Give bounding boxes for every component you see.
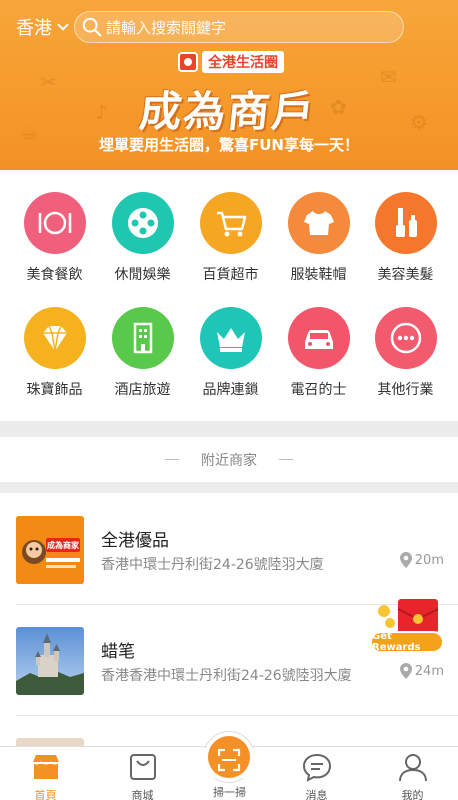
divider	[279, 459, 293, 460]
brand-logo: 全港生活圈	[178, 51, 284, 73]
shopping-cart-icon	[199, 192, 262, 254]
tab-label: 商城	[131, 789, 154, 800]
city-selector[interactable]: 香港	[16, 14, 69, 40]
tab-label: 掃一掃	[213, 786, 246, 799]
shopping-bag-icon	[129, 754, 156, 780]
decor-icon: ⚙	[410, 110, 428, 134]
merchant-address: 香港中環士丹利街24-26號陸羽大廈	[101, 557, 324, 573]
film-reel-icon	[111, 192, 174, 254]
section-title: 附近商家	[201, 452, 257, 469]
category-others[interactable]: 其他行業	[360, 307, 451, 399]
decor-icon: ✿	[330, 95, 347, 119]
more-dots-icon	[374, 307, 437, 369]
taxi-car-icon	[287, 307, 350, 369]
tshirt-icon	[287, 192, 350, 254]
hotel-building-icon	[111, 307, 174, 369]
distance-value: 24m	[414, 663, 444, 679]
category-label: 品牌連鎖	[202, 382, 259, 398]
merchant-name: 全港優品	[101, 531, 169, 551]
category-dining[interactable]: 美食餐飲	[9, 192, 100, 284]
storefront-icon	[32, 755, 59, 779]
decor-icon: ✉	[380, 65, 397, 89]
chevron-down-icon	[57, 18, 69, 31]
category-supermarket[interactable]: 百貨超市	[185, 192, 276, 284]
location-pin-icon	[399, 552, 412, 568]
tab-label: 消息	[305, 789, 328, 800]
decor-icon: ♪	[95, 100, 108, 124]
banner-slogan: 埋單要用生活圈，驚喜FUN享每一天！	[99, 136, 359, 154]
dining-icon	[23, 192, 86, 254]
category-label: 百貨超市	[202, 267, 259, 283]
location-pin-icon	[399, 663, 412, 679]
category-brand-chain[interactable]: 品牌連鎖	[185, 307, 276, 399]
merchant-distance: 20m	[399, 552, 444, 568]
category-label: 酒店旅遊	[114, 382, 171, 398]
merchant-name: 蜡笔	[101, 642, 135, 662]
category-label: 美容美髮	[377, 267, 434, 283]
thumbnail-text: 成為商家	[47, 541, 79, 550]
cosmetics-icon	[374, 192, 437, 254]
merchant-distance: 24m	[399, 663, 444, 679]
tab-label: 首頁	[34, 789, 57, 800]
tab-mall[interactable]: 商城	[97, 747, 188, 800]
brand-mark-icon	[178, 52, 198, 72]
get-rewards-button[interactable]: Get Rewards	[370, 597, 446, 657]
category-label: 其他行業	[377, 382, 434, 398]
banner-headline: 成為商戶	[137, 87, 319, 136]
category-hotel[interactable]: 酒店旅遊	[97, 307, 188, 399]
search-placeholder: 請輸入搜索關鍵字	[106, 18, 227, 37]
list-item[interactable]: 成為商家 全港優品 香港中環士丹利街24-26號陸羽大廈 20m	[0, 493, 458, 605]
diamond-icon	[23, 307, 86, 369]
merchant-thumbnail: 成為商家	[16, 516, 84, 584]
decor-icon: ✂	[40, 70, 57, 94]
merchant-address: 香港香港中環士丹利街24-26號陸羽大廈	[101, 668, 352, 684]
category-label: 休閒娛樂	[114, 267, 171, 283]
message-bubble-icon	[302, 753, 331, 782]
tab-label: 我的	[401, 789, 424, 800]
category-label: 電召的士	[290, 382, 347, 398]
category-grid: 美食餐飲 休閒娛樂 百貨超市 服裝鞋帽 美容美髮 珠寶飾品 酒店旅遊 品牌連鎖 …	[0, 170, 458, 421]
tab-messages[interactable]: 消息	[271, 747, 362, 800]
rewards-label: Get Rewards	[370, 631, 444, 653]
top-bar: 香港 請輸入搜索關鍵字	[0, 0, 458, 54]
search-icon	[82, 17, 102, 37]
crown-icon	[199, 307, 262, 369]
category-label: 服裝鞋帽	[290, 267, 347, 283]
nearby-section-header: 附近商家	[0, 437, 458, 482]
category-entertainment[interactable]: 休閒娛樂	[97, 192, 188, 284]
category-label: 美食餐飲	[26, 267, 83, 283]
category-clothing[interactable]: 服裝鞋帽	[273, 192, 364, 284]
search-input[interactable]: 請輸入搜索關鍵字	[74, 11, 404, 43]
brand-name: 全港生活圈	[202, 51, 284, 73]
distance-value: 20m	[414, 552, 444, 568]
tab-profile[interactable]: 我的	[367, 747, 458, 800]
merchant-thumbnail	[16, 627, 84, 695]
promo-banner[interactable]: ✂ ♪ ☕ ✉ ⚙ ✿ 香港 請輸入搜索關鍵字 全港生活圈 成為商戶 埋單要用生…	[0, 0, 458, 170]
category-jewelry[interactable]: 珠寶飾品	[9, 307, 100, 399]
category-label: 珠寶飾品	[26, 382, 83, 398]
scan-icon	[208, 736, 250, 778]
app-screen: ✂ ♪ ☕ ✉ ⚙ ✿ 香港 請輸入搜索關鍵字 全港生活圈 成為商戶 埋單要用生…	[0, 0, 458, 800]
category-beauty[interactable]: 美容美髮	[360, 192, 451, 284]
tab-scan[interactable]: 掃一掃	[184, 736, 275, 800]
user-icon	[398, 754, 427, 782]
divider	[165, 459, 179, 460]
city-label: 香港	[16, 18, 52, 39]
tab-home[interactable]: 首頁	[0, 747, 91, 800]
category-taxi[interactable]: 電召的士	[273, 307, 364, 399]
bottom-tab-bar: 首頁 商城 掃一掃 消息 我的	[0, 731, 458, 800]
